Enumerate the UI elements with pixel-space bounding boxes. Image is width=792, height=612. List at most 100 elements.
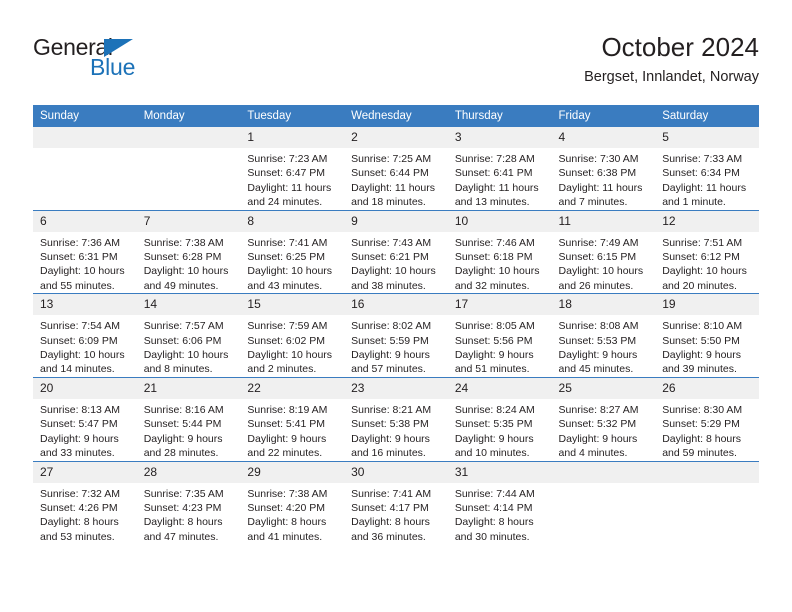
weekday-header-friday: Friday — [551, 105, 656, 127]
calendar-day-cell[interactable]: 1 Sunrise: 7:23 AM Sunset: 6:47 PM Daylight… — [240, 127, 345, 210]
day-number: 20 — [33, 377, 137, 399]
calendar-day-cell[interactable]: 22 Sunrise: 8:19 AM Sunset: 5:41 PM Dayligh… — [240, 376, 345, 461]
day-details: Sunrise: 7:54 AM Sunset: 6:09 PM Daylight:… — [33, 315, 137, 377]
calendar-day-cell[interactable]: 30 Sunrise: 7:41 AM Sunset: 4:17 PM Dayligh… — [344, 460, 448, 545]
calendar-day-cell[interactable]: 14 Sunrise: 7:57 AM Sunset: 6:06 PM Dayligh… — [136, 293, 241, 378]
sunset-text: Sunset: 6:28 PM — [143, 251, 222, 264]
calendar-day-cell[interactable]: 2 Sunrise: 7:25 AM Sunset: 6:44 PM Daylight… — [344, 127, 448, 210]
day-details: Sunrise: 7:49 AM Sunset: 6:15 PM Daylight:… — [552, 232, 656, 294]
sunrise-text: Sunrise: 8:16 AM — [143, 403, 224, 416]
calendar-day-cell[interactable]: 9 Sunrise: 7:43 AM Sunset: 6:21 PM Daylight… — [344, 209, 448, 294]
sunset-text: Sunset: 4:17 PM — [351, 501, 429, 514]
logo-text-blue: Blue — [90, 54, 136, 80]
calendar-day-cell-empty — [655, 460, 759, 545]
day-details: Sunrise: 8:13 AM Sunset: 5:47 PM Daylight:… — [33, 399, 137, 461]
sunrise-text: Sunrise: 8:10 AM — [662, 320, 743, 333]
daylight-text: Daylight: 11 hours and 1 minute. — [662, 181, 747, 209]
calendar-day-cell[interactable]: 13 Sunrise: 7:54 AM Sunset: 6:09 PM Dayligh… — [33, 293, 137, 378]
calendar-day-cell[interactable]: 24 Sunrise: 8:24 AM Sunset: 5:35 PM Dayligh… — [447, 376, 552, 461]
calendar-day-cell[interactable]: 28 Sunrise: 7:35 AM Sunset: 4:23 PM Dayligh… — [136, 460, 241, 545]
daylight-text: Daylight: 9 hours and 45 minutes. — [558, 349, 638, 376]
sunset-text: Sunset: 5:59 PM — [351, 334, 429, 347]
sunrise-text: Sunrise: 7:43 AM — [351, 236, 432, 249]
calendar-day-cell[interactable]: 8 Sunrise: 7:41 AM Sunset: 6:25 PM Daylight… — [240, 209, 345, 294]
day-number: 1 — [240, 127, 345, 148]
sunrise-text: Sunrise: 8:27 AM — [558, 403, 639, 416]
calendar-day-cell[interactable]: 26 Sunrise: 8:30 AM Sunset: 5:29 PM Dayligh… — [655, 376, 759, 461]
day-number: 12 — [655, 210, 759, 232]
sunrise-text: Sunrise: 8:24 AM — [454, 403, 535, 416]
calendar-day-cell[interactable]: 4 Sunrise: 7:30 AM Sunset: 6:38 PM Daylight… — [551, 127, 656, 210]
calendar-week-row: 6 Sunrise: 7:36 AM Sunset: 6:31 PM Daylight… — [33, 209, 759, 294]
calendar-day-cell[interactable]: 29 Sunrise: 7:38 AM Sunset: 4:20 PM Dayligh… — [240, 460, 345, 545]
sunrise-text: Sunrise: 7:46 AM — [454, 236, 535, 249]
calendar-week-row: 20 Sunrise: 8:13 AM Sunset: 5:47 PM Dayligh… — [33, 376, 759, 461]
sunrise-text: Sunrise: 7:57 AM — [143, 320, 224, 333]
calendar-day-cell[interactable]: 15 Sunrise: 7:59 AM Sunset: 6:02 PM Dayligh… — [240, 293, 345, 378]
daylight-text: Daylight: 8 hours and 53 minutes. — [40, 516, 119, 543]
daylight-text: Daylight: 10 hours and 32 minutes. — [454, 265, 540, 292]
general-blue-logo[interactable]: General Blue — [33, 34, 213, 90]
daylight-text: Daylight: 9 hours and 22 minutes. — [247, 432, 327, 460]
calendar-day-cell[interactable]: 5 Sunrise: 7:33 AM Sunset: 6:34 PM Daylight… — [655, 127, 759, 210]
calendar-day-cell[interactable]: 25 Sunrise: 8:27 AM Sunset: 5:32 PM Dayligh… — [551, 376, 656, 461]
day-details: Sunrise: 7:41 AM Sunset: 6:25 PM Daylight:… — [240, 232, 344, 294]
day-number — [136, 127, 241, 148]
sunrise-text: Sunrise: 8:02 AM — [351, 320, 432, 333]
calendar-day-cell[interactable]: 6 Sunrise: 7:36 AM Sunset: 6:31 PM Daylight… — [33, 209, 137, 294]
calendar-day-cell[interactable]: 3 Sunrise: 7:28 AM Sunset: 6:41 PM Daylight… — [447, 127, 552, 210]
day-number: 26 — [655, 377, 759, 399]
sunset-text: Sunset: 6:25 PM — [247, 251, 326, 264]
calendar-day-cell[interactable]: 12 Sunrise: 7:51 AM Sunset: 6:12 PM Dayligh… — [655, 209, 759, 294]
sunset-text: Sunset: 4:20 PM — [247, 501, 326, 514]
day-number: 25 — [551, 377, 656, 399]
calendar-week-row: 1 Sunrise: 7:23 AM Sunset: 6:47 PM Daylight… — [33, 127, 759, 210]
day-details: Sunrise: 7:36 AM Sunset: 6:31 PM Daylight:… — [33, 232, 137, 294]
calendar-day-cell[interactable]: 23 Sunrise: 8:21 AM Sunset: 5:38 PM Dayligh… — [344, 376, 448, 461]
calendar-day-cell[interactable]: 20 Sunrise: 8:13 AM Sunset: 5:47 PM Dayligh… — [33, 376, 137, 461]
sunrise-text: Sunrise: 7:35 AM — [143, 487, 224, 500]
day-details — [137, 148, 241, 152]
weekday-header-sunday: Sunday — [33, 105, 137, 127]
sunrise-text: Sunrise: 7:44 AM — [454, 487, 535, 500]
sunrise-text: Sunrise: 7:25 AM — [351, 153, 432, 165]
day-details: Sunrise: 8:19 AM Sunset: 5:41 PM Daylight:… — [240, 399, 344, 461]
daylight-text: Daylight: 9 hours and 57 minutes. — [351, 349, 430, 376]
sunrise-text: Sunrise: 7:41 AM — [247, 236, 328, 249]
sunset-text: Sunset: 6:38 PM — [558, 167, 637, 180]
calendar-day-cell[interactable]: 19 Sunrise: 8:10 AM Sunset: 5:50 PM Dayligh… — [655, 293, 759, 378]
calendar-day-cell[interactable]: 16 Sunrise: 8:02 AM Sunset: 5:59 PM Dayligh… — [344, 293, 448, 378]
calendar-day-cell[interactable]: 18 Sunrise: 8:08 AM Sunset: 5:53 PM Dayligh… — [551, 293, 656, 378]
calendar-day-cell-empty — [551, 460, 656, 545]
calendar-day-cell[interactable]: 7 Sunrise: 7:38 AM Sunset: 6:28 PM Daylight… — [136, 209, 241, 294]
sunset-text: Sunset: 6:44 PM — [351, 167, 429, 180]
weekday-header-tuesday: Tuesday — [240, 105, 345, 127]
daylight-text: Daylight: 10 hours and 43 minutes. — [247, 265, 333, 292]
weekday-header-wednesday: Wednesday — [344, 105, 448, 127]
sunset-text: Sunset: 5:32 PM — [558, 418, 637, 431]
calendar-day-cell[interactable]: 27 Sunrise: 7:32 AM Sunset: 4:26 PM Dayligh… — [33, 460, 137, 545]
sunset-text: Sunset: 5:38 PM — [351, 418, 429, 431]
calendar-grid: Sunday Monday Tuesday Wednesday Thursday… — [33, 105, 759, 545]
calendar-body: 1 Sunrise: 7:23 AM Sunset: 6:47 PM Daylight… — [33, 127, 759, 545]
calendar-day-cell-empty — [136, 127, 241, 210]
daylight-text: Daylight: 10 hours and 26 minutes. — [558, 265, 644, 292]
sunrise-text: Sunrise: 7:38 AM — [247, 487, 328, 500]
day-details: Sunrise: 7:59 AM Sunset: 6:02 PM Daylight:… — [240, 315, 344, 377]
sunrise-text: Sunrise: 7:54 AM — [40, 320, 120, 333]
daylight-text: Daylight: 9 hours and 51 minutes. — [454, 349, 534, 376]
daylight-text: Daylight: 8 hours and 59 minutes. — [662, 432, 742, 460]
daylight-text: Daylight: 11 hours and 24 minutes. — [247, 181, 332, 209]
calendar-day-cell[interactable]: 11 Sunrise: 7:49 AM Sunset: 6:15 PM Dayligh… — [551, 209, 656, 294]
day-details: Sunrise: 8:05 AM Sunset: 5:56 PM Daylight:… — [448, 315, 552, 377]
calendar-day-cell[interactable]: 17 Sunrise: 8:05 AM Sunset: 5:56 PM Dayligh… — [447, 293, 552, 378]
day-details: Sunrise: 8:27 AM Sunset: 5:32 PM Daylight:… — [552, 399, 656, 461]
sunset-text: Sunset: 5:47 PM — [40, 418, 118, 431]
calendar-day-cell[interactable]: 31 Sunrise: 7:44 AM Sunset: 4:14 PM Dayligh… — [447, 460, 552, 545]
weekday-header-thursday: Thursday — [447, 105, 552, 127]
sunset-text: Sunset: 5:50 PM — [662, 334, 740, 347]
sunset-text: Sunset: 6:47 PM — [247, 167, 326, 180]
calendar-day-cell[interactable]: 21 Sunrise: 8:16 AM Sunset: 5:44 PM Dayligh… — [136, 376, 241, 461]
calendar-day-cell[interactable]: 10 Sunrise: 7:46 AM Sunset: 6:18 PM Dayligh… — [447, 209, 552, 294]
day-number — [33, 127, 137, 148]
